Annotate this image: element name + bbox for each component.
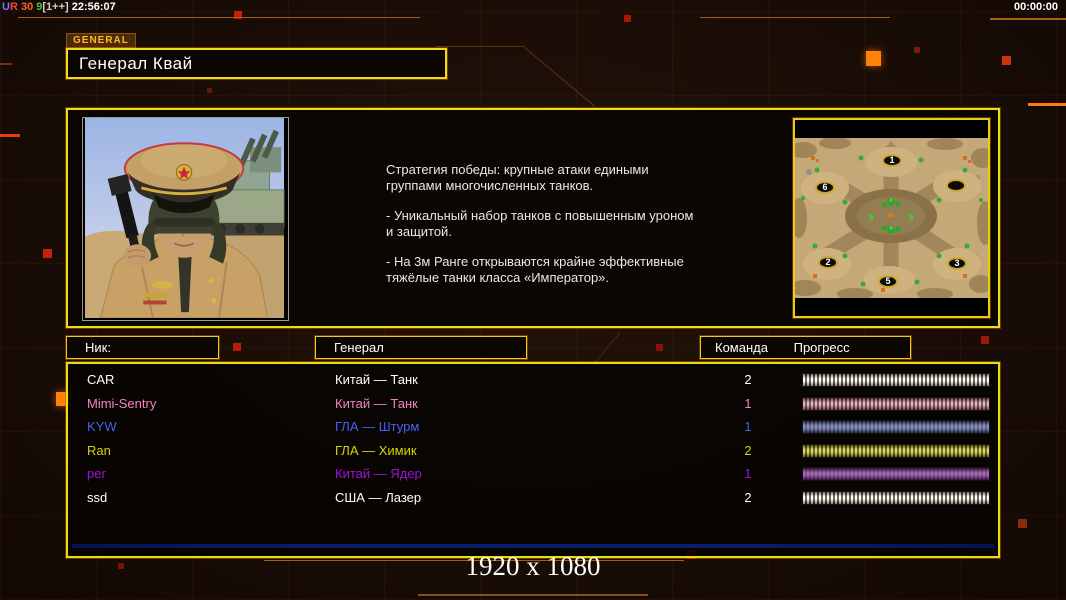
player-progress-bar xyxy=(802,420,990,434)
decor-line xyxy=(1028,103,1066,106)
table-bottom-strip xyxy=(72,544,994,548)
decor-square xyxy=(1002,56,1011,65)
page-title: Генерал Квай xyxy=(66,48,447,79)
player-progress-bar xyxy=(802,443,990,458)
player-row: Ran ГЛА — Химик 2 xyxy=(68,439,998,463)
player-general: США — Лазер xyxy=(335,489,422,505)
column-header-general-label: Генерал xyxy=(334,340,384,355)
player-nick: CAR xyxy=(87,372,115,387)
map-spawn-marker: 2 xyxy=(818,256,838,269)
column-header-team-label: Команда xyxy=(715,340,768,355)
decor-line xyxy=(990,18,1066,20)
column-header-team-progress: Команда Прогресс xyxy=(700,336,911,359)
resolution-watermark: 1920 x 1080 xyxy=(465,551,601,581)
player-nick: KYW xyxy=(87,419,117,434)
player-progress-bar xyxy=(802,467,990,481)
strategy-paragraph: - Уникальный набор танков с повышенным у… xyxy=(386,208,694,239)
general-info-panel: Стратегия победы: крупные атаки едиными … xyxy=(66,108,1000,328)
decor-line xyxy=(436,46,522,47)
decor-square xyxy=(981,336,989,344)
map-spawn-marker: 5 xyxy=(878,275,898,288)
map-preview: $ $ 1 6 2 3 5 xyxy=(789,118,995,318)
hud-stat-segment: [1++] xyxy=(42,1,69,13)
player-general: Китай — Танк xyxy=(335,395,418,411)
strategy-paragraph: - На 3м Ранге открываются крайне эффекти… xyxy=(386,254,684,285)
map-spawn-marker: 3 xyxy=(947,257,967,270)
decor-line xyxy=(18,17,420,18)
general-portrait-image xyxy=(84,118,285,318)
map-spawn-marker xyxy=(946,179,966,192)
decor-square xyxy=(866,51,881,66)
map-spawn-marker: 6 xyxy=(815,181,835,194)
decor-line xyxy=(700,17,890,18)
column-header-progress-label: Прогресс xyxy=(793,340,850,355)
player-row: ssd США — Лазер 2 xyxy=(68,486,998,510)
player-team: 1 xyxy=(744,466,752,481)
column-header-general: Генерал xyxy=(315,336,527,359)
decor-line xyxy=(0,63,12,65)
players-list: CAR Китай — Танк 2 Mimi-Sentry Китай — Танк 1… xyxy=(68,368,998,509)
decor-square xyxy=(914,47,920,53)
player-team: 1 xyxy=(744,395,752,411)
general-portrait xyxy=(82,117,289,321)
player-row: CAR Китай — Танк 2 xyxy=(68,368,998,392)
player-nick: ssd xyxy=(87,489,108,505)
svg-text:$: $ xyxy=(908,212,913,222)
hud-stat-segment: R xyxy=(9,1,18,13)
decor-square xyxy=(1018,519,1027,528)
player-row: Mimi-Sentry Китай — Танк 1 xyxy=(68,392,998,416)
column-header-nick: Ник: xyxy=(66,336,219,359)
hud-stats: UR 30 9[1++] 22:56:07 xyxy=(2,1,116,13)
decor-square xyxy=(207,88,212,93)
decor-square xyxy=(624,15,631,22)
map-image: $ $ 1 6 2 3 5 xyxy=(789,137,995,300)
player-nick: per xyxy=(87,466,106,481)
player-team: 2 xyxy=(744,489,752,505)
hud-stat-segment: U xyxy=(2,1,10,13)
decor-square xyxy=(233,343,241,351)
player-general: Китай — Танк xyxy=(335,372,418,387)
decor-line xyxy=(418,594,648,596)
hud-stat-segment: 9 xyxy=(33,1,43,13)
tab-general[interactable]: GENERAL xyxy=(66,33,136,48)
svg-text:$: $ xyxy=(868,212,873,222)
strategy-paragraph: Стратегия победы: крупные атаки едиными … xyxy=(386,162,649,193)
player-team: 2 xyxy=(744,372,752,387)
hud-stat-segment: 22:56:07 xyxy=(68,1,116,13)
column-header-nick-label: Ник: xyxy=(85,340,111,355)
hud-timer: 00:00:00 xyxy=(1013,1,1058,13)
player-team: 2 xyxy=(744,442,752,458)
player-row: per Китай — Ядер 1 xyxy=(68,462,998,486)
strategy-description: Стратегия победы: крупные атаки едиными … xyxy=(386,162,806,300)
player-nick: Ran xyxy=(87,442,111,458)
decor-diagonal xyxy=(522,45,596,108)
player-progress-bar xyxy=(802,490,990,505)
decor-square xyxy=(43,249,52,258)
hud-stat-segment: 30 xyxy=(17,1,34,13)
player-general: Китай — Ядер xyxy=(335,466,422,481)
player-row: KYW ГЛА — Штурм 1 xyxy=(68,415,998,439)
players-table: CAR Китай — Танк 2 Mimi-Sentry Китай — Танк 1… xyxy=(66,362,1000,558)
map-spawn-marker: 1 xyxy=(882,154,902,167)
player-general: ГЛА — Штурм xyxy=(335,419,420,434)
player-general: ГЛА — Химик xyxy=(335,442,417,458)
decor-square xyxy=(656,344,663,351)
player-progress-bar xyxy=(802,373,990,387)
decor-line xyxy=(0,134,20,137)
player-progress-bar xyxy=(802,396,990,411)
game-lobby-screen: UR 30 9[1++] 22:56:07 00:00:00 GENERAL Г… xyxy=(0,0,1066,600)
player-nick: Mimi-Sentry xyxy=(87,395,157,411)
player-team: 1 xyxy=(744,419,752,434)
